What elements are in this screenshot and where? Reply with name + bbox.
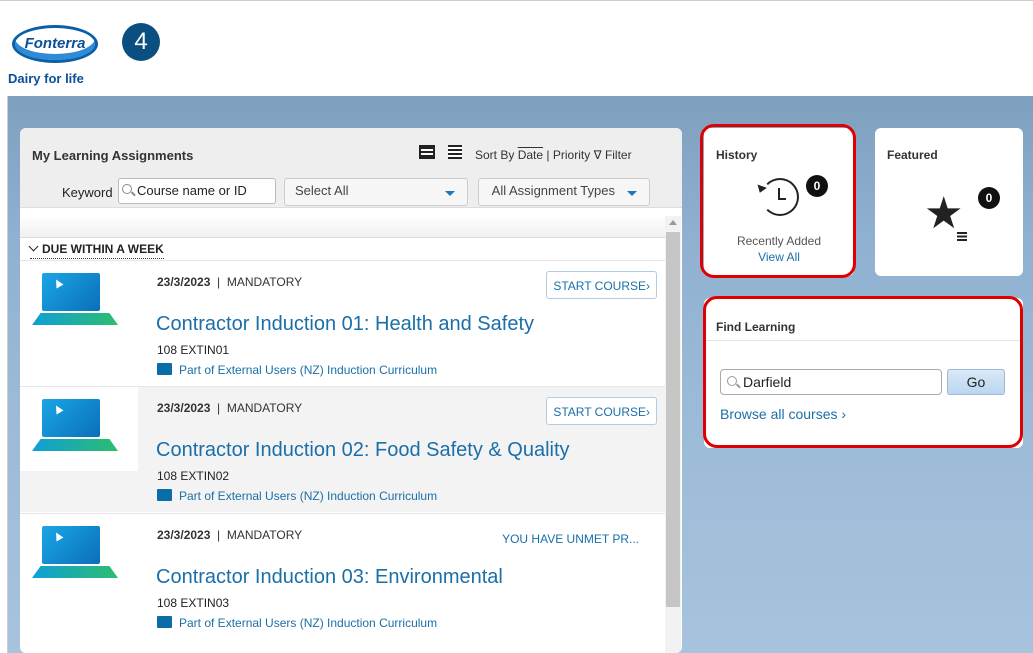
logo-tagline: Dairy for life bbox=[8, 71, 84, 86]
course-title-link[interactable]: Contractor Induction 03: Environmental bbox=[156, 566, 503, 589]
folder-icon bbox=[157, 616, 172, 628]
sort-bar: Sort By Date | Priority ∇ Filter bbox=[475, 148, 632, 162]
course-due-date: 23/3/2023 bbox=[157, 528, 211, 542]
course-type: MANDATORY bbox=[226, 275, 303, 289]
folder-icon bbox=[157, 363, 172, 375]
chevron-down-icon bbox=[28, 241, 39, 252]
sort-prefix: Sort By bbox=[475, 148, 515, 162]
start-course-label: START COURSE bbox=[553, 405, 646, 419]
curriculum-label: Part of External Users (NZ) Induction Cu… bbox=[179, 489, 438, 503]
laptop-thumbnail-icon[interactable] bbox=[20, 387, 138, 471]
curriculum-label: Part of External Users (NZ) Induction Cu… bbox=[179, 363, 438, 377]
course-row: 23/3/2023 | MANDATORY START COURSE› Cont… bbox=[20, 386, 665, 512]
panel-title: My Learning Assignments bbox=[32, 148, 194, 163]
find-learning-highlight-ring bbox=[703, 296, 1023, 448]
filter-icon[interactable]: ∇ bbox=[594, 148, 602, 162]
course-due-date: 23/3/2023 bbox=[157, 275, 211, 289]
list-view-icon[interactable] bbox=[448, 145, 462, 159]
course-row: 23/3/2023 | MANDATORY YOU HAVE UNMET PR.… bbox=[20, 513, 665, 639]
select-all-dropdown[interactable]: Select All bbox=[284, 178, 468, 206]
curriculum-link[interactable]: Part of External Users (NZ) Induction Cu… bbox=[157, 363, 437, 377]
star-icon[interactable]: ★ bbox=[924, 192, 963, 236]
course-code: 108 EXTIN03 bbox=[157, 596, 230, 610]
app-header: Fonterra Dairy for life 4 bbox=[0, 0, 1033, 96]
filter-link[interactable]: Filter bbox=[605, 148, 632, 162]
left-border bbox=[0, 96, 8, 653]
course-row: 23/3/2023 | MANDATORY START COURSE› Cont… bbox=[20, 260, 665, 386]
search-placeholder: Course name or ID bbox=[137, 183, 247, 198]
course-search-input[interactable]: Course name or ID bbox=[118, 178, 276, 204]
fonterra-logo[interactable]: Fonterra Dairy for life bbox=[6, 15, 106, 91]
step-number-badge: 4 bbox=[122, 23, 160, 61]
folder-icon bbox=[157, 489, 172, 501]
learning-assignments-panel: My Learning Assignments Sort By Date | P… bbox=[20, 128, 682, 653]
course-meta: 23/3/2023 | MANDATORY bbox=[157, 528, 303, 542]
chevron-down-icon bbox=[627, 191, 637, 196]
assignment-type-value: All Assignment Types bbox=[491, 183, 615, 198]
curriculum-link[interactable]: Part of External Users (NZ) Induction Cu… bbox=[157, 489, 437, 503]
course-meta: 23/3/2023 | MANDATORY bbox=[157, 275, 303, 289]
featured-title: Featured bbox=[887, 148, 938, 162]
sort-date-link[interactable]: Date bbox=[518, 148, 543, 162]
course-code: 108 EXTIN01 bbox=[157, 343, 230, 357]
curriculum-label: Part of External Users (NZ) Induction Cu… bbox=[179, 616, 438, 630]
panel-header: My Learning Assignments Sort By Date | P… bbox=[20, 128, 682, 208]
list-top-shade bbox=[20, 216, 665, 238]
list-scrollbar[interactable] bbox=[665, 216, 681, 653]
sort-priority-link[interactable]: Priority bbox=[553, 148, 590, 162]
due-within-week-toggle[interactable]: DUE WITHIN A WEEK bbox=[28, 241, 164, 259]
sort-separator: | bbox=[546, 148, 550, 162]
unmet-prerequisites-link[interactable]: YOU HAVE UNMET PR... bbox=[502, 532, 639, 546]
assignment-type-dropdown[interactable]: All Assignment Types bbox=[478, 178, 650, 206]
course-due-date: 23/3/2023 bbox=[157, 401, 211, 415]
search-icon bbox=[122, 184, 132, 194]
course-type: MANDATORY bbox=[226, 528, 303, 542]
start-course-button[interactable]: START COURSE› bbox=[546, 397, 657, 425]
course-type: MANDATORY bbox=[226, 401, 303, 415]
group-header-label: DUE WITHIN A WEEK bbox=[42, 242, 164, 256]
detail-view-icon[interactable] bbox=[419, 145, 435, 159]
course-title-link[interactable]: Contractor Induction 01: Health and Safe… bbox=[156, 313, 534, 336]
curriculum-link[interactable]: Part of External Users (NZ) Induction Cu… bbox=[157, 616, 437, 630]
list-lines-icon bbox=[957, 232, 967, 241]
laptop-thumbnail-icon[interactable] bbox=[20, 261, 138, 345]
keyword-label: Keyword bbox=[62, 185, 113, 200]
start-course-label: START COURSE bbox=[553, 279, 646, 293]
assignment-list: DUE WITHIN A WEEK 23/3/2023 | MANDATORY … bbox=[20, 216, 665, 653]
history-highlight-ring bbox=[700, 124, 856, 278]
laptop-thumbnail-icon[interactable] bbox=[20, 514, 138, 598]
featured-count-badge: 0 bbox=[978, 187, 1000, 209]
scroll-thumb[interactable] bbox=[666, 232, 680, 607]
scroll-up-arrow-icon[interactable] bbox=[669, 220, 677, 225]
start-course-button[interactable]: START COURSE› bbox=[546, 271, 657, 299]
chevron-down-icon bbox=[445, 191, 455, 196]
course-title-link[interactable]: Contractor Induction 02: Food Safety & Q… bbox=[156, 439, 570, 462]
select-all-value: Select All bbox=[295, 183, 349, 198]
logo-text: Fonterra bbox=[24, 35, 86, 52]
course-code: 108 EXTIN02 bbox=[157, 469, 230, 483]
course-meta: 23/3/2023 | MANDATORY bbox=[157, 401, 303, 415]
